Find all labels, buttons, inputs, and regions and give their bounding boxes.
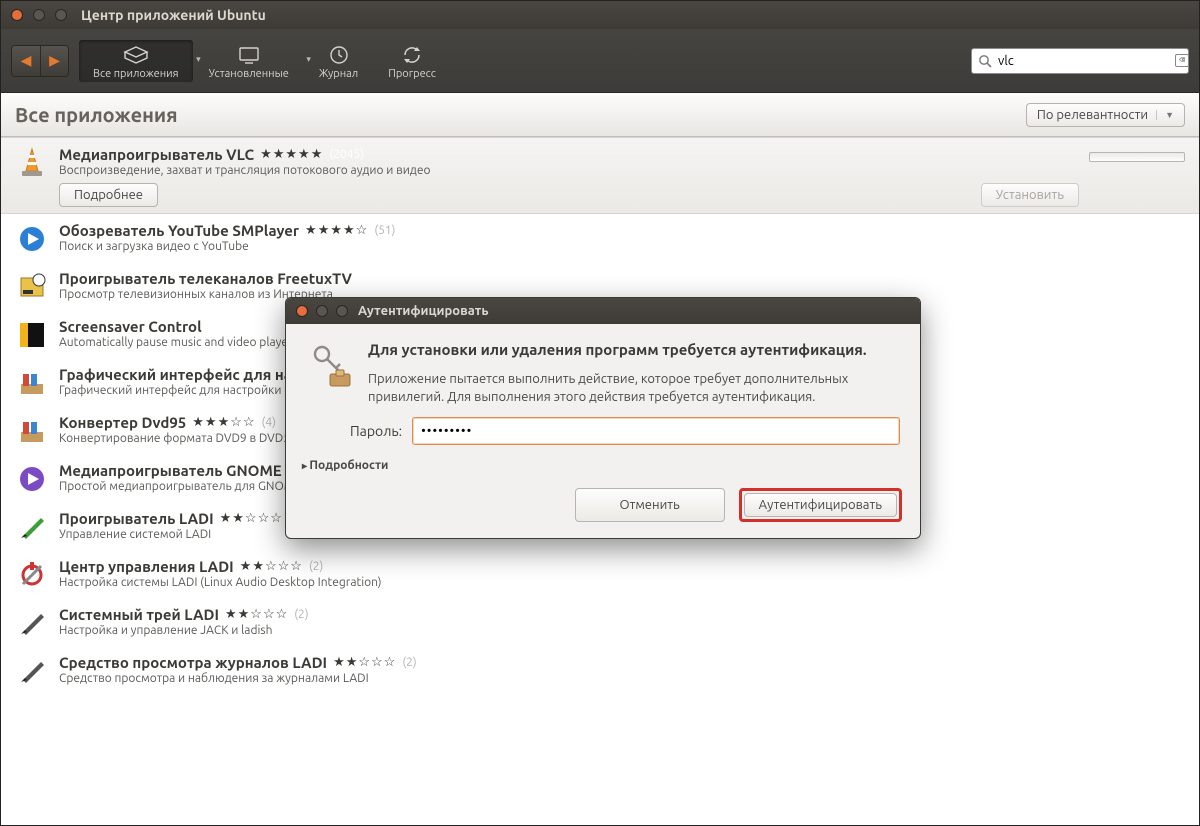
star-rating: ★★☆☆☆	[220, 511, 283, 526]
clear-search-icon[interactable]: ⌫	[1175, 54, 1189, 67]
app-icon	[15, 558, 49, 592]
auth-dialog: Аутентифицировать Для установки или удал…	[285, 297, 921, 539]
toolbar-all-apps[interactable]: Все приложения ▾	[79, 40, 193, 82]
toolbar-installed[interactable]: Установленные ▾	[195, 40, 303, 82]
rating-count: (2)	[402, 656, 416, 669]
dialog-body-text: Приложение пытается выполнить действие, …	[368, 370, 900, 406]
window-title: Центр приложений Ubuntu	[81, 7, 266, 23]
app-icon	[15, 366, 49, 400]
clock-icon	[326, 44, 352, 66]
app-name: Конвертер Dvd95	[59, 414, 186, 431]
sort-dropdown[interactable]: По релевантности ▼	[1026, 103, 1185, 127]
app-name: Screensaver Control	[59, 318, 202, 335]
star-rating: ★★★☆☆	[192, 415, 255, 430]
app-name: Проигрыватель LADI	[59, 510, 214, 527]
star-rating: ★★★★☆	[305, 223, 368, 238]
app-icon-vlc	[15, 146, 49, 180]
app-icon	[15, 606, 49, 640]
app-description: Настройка и управление JACK и ladish	[59, 624, 1185, 637]
password-label: Пароль:	[350, 423, 402, 439]
install-progress	[1089, 152, 1185, 162]
refresh-icon	[399, 44, 425, 66]
app-name: Центр управления LADI	[59, 558, 234, 575]
app-name: Медиапроигрыватель VLC	[59, 146, 254, 163]
app-icon	[15, 414, 49, 448]
app-icon	[15, 222, 49, 256]
rating-count: (4)	[262, 416, 276, 429]
toolbar-progress[interactable]: Прогресс	[374, 40, 450, 82]
rating-count: (2)	[294, 608, 308, 621]
window-maximize-icon[interactable]	[55, 9, 67, 21]
page-title: Все приложения	[15, 103, 178, 126]
monitor-icon	[236, 44, 262, 66]
app-icon	[15, 462, 49, 496]
results-headerbar: Все приложения По релевантности ▼	[1, 93, 1199, 137]
window-close-icon[interactable]	[11, 9, 23, 21]
app-row[interactable]: Обозреватель YouTube SMPlayer ★★★★☆ (51) По…	[1, 214, 1199, 262]
star-rating: ★★★★★	[260, 147, 323, 162]
nav-back-button[interactable]: ◀	[12, 46, 40, 76]
dialog-heading: Для установки или удаления программ треб…	[368, 340, 900, 360]
app-description: Воспроизведение, захват и трансляция пот…	[59, 164, 1079, 177]
star-rating: ★★☆☆☆	[240, 559, 303, 574]
dialog-close-icon[interactable]	[296, 305, 308, 317]
dialog-minimize-icon[interactable]	[316, 305, 328, 317]
nav-forward-button[interactable]: ▶	[40, 46, 68, 76]
app-icon	[15, 270, 49, 304]
window-titlebar: Центр приложений Ubuntu	[1, 1, 1199, 29]
app-description: Средство просмотра и наблюдения за журна…	[59, 672, 1185, 685]
app-row-vlc[interactable]: Медиапроигрыватель VLC ★★★★★ (2045) Восп…	[1, 137, 1199, 214]
search-icon	[978, 54, 992, 68]
install-button[interactable]: Установить	[981, 183, 1079, 207]
app-row[interactable]: Центр управления LADI ★★☆☆☆ (2) Настройка с…	[1, 550, 1199, 598]
search-field[interactable]: ⌫	[971, 48, 1189, 74]
annotation-highlight: Аутентифицировать	[739, 488, 902, 522]
app-icon	[15, 318, 49, 352]
app-name: Обозреватель YouTube SMPlayer	[59, 222, 299, 239]
app-name: Медиапроигрыватель GNOME	[59, 462, 282, 479]
chevron-down-icon: ▼	[1156, 110, 1174, 120]
app-description: Настройка системы LADI (Linux Audio Desk…	[59, 576, 1185, 589]
app-row[interactable]: Средство просмотра журналов LADI ★★☆☆☆ (2)…	[1, 646, 1199, 694]
search-input[interactable]	[998, 54, 1169, 68]
details-expander[interactable]: Подробности	[286, 449, 920, 478]
rating-count: (2045)	[329, 148, 364, 161]
app-name: Средство просмотра журналов LADI	[59, 654, 327, 671]
app-name: Системный трей LADI	[59, 606, 219, 623]
app-icon	[15, 510, 49, 544]
main-toolbar: ◀ ▶ Все приложения ▾ Установленные ▾ Жур…	[1, 29, 1199, 93]
window-minimize-icon[interactable]	[33, 9, 45, 21]
app-row[interactable]: Системный трей LADI ★★☆☆☆ (2) Настройка и у…	[1, 598, 1199, 646]
cancel-button[interactable]: Отменить	[575, 488, 725, 522]
rating-count: (2)	[309, 560, 323, 573]
toolbar-history[interactable]: Журнал	[305, 40, 372, 82]
dialog-maximize-icon[interactable]	[336, 305, 348, 317]
password-input[interactable]	[412, 417, 900, 445]
star-rating: ★★☆☆☆	[333, 655, 396, 670]
dialog-title: Аутентифицировать	[358, 304, 489, 318]
nav-buttons: ◀ ▶	[11, 45, 69, 77]
app-icon	[15, 654, 49, 688]
app-name: Проигрыватель телеканалов FreetuxTV	[59, 270, 352, 287]
dialog-titlebar: Аутентифицировать	[286, 298, 920, 324]
star-rating: ★★☆☆☆	[225, 607, 288, 622]
keys-icon	[306, 340, 354, 388]
box-icon	[123, 44, 149, 66]
app-description: Поиск и загрузка видео с YouTube	[59, 240, 1185, 253]
rating-count: (51)	[374, 224, 395, 237]
authenticate-button[interactable]: Аутентифицировать	[744, 493, 897, 517]
details-button[interactable]: Подробнее	[59, 183, 158, 207]
